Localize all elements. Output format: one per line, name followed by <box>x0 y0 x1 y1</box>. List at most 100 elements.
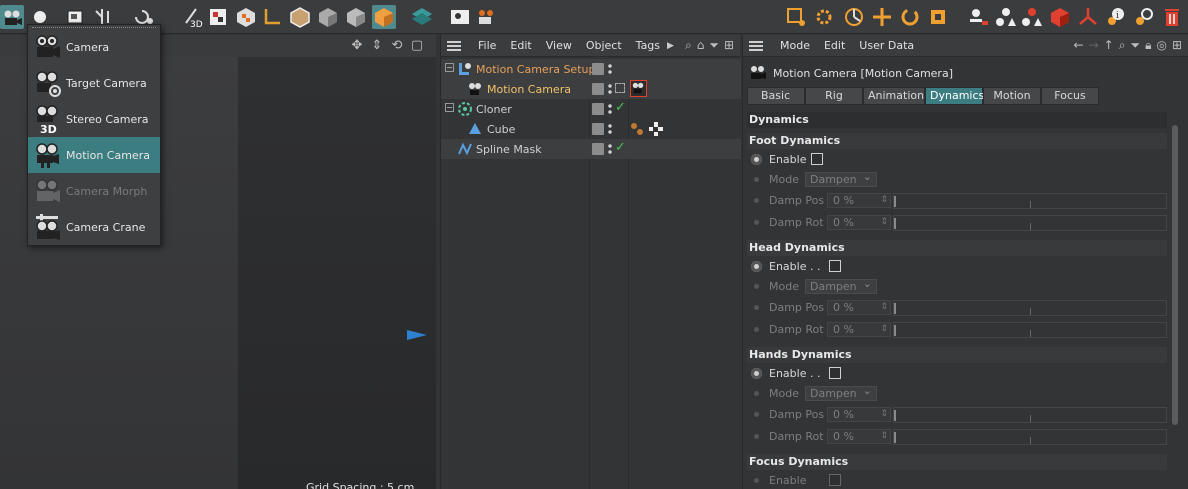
tab-motion[interactable]: Motion <box>983 87 1041 105</box>
hands-mode-select[interactable]: Dampen <box>805 384 877 401</box>
gear-orange-icon[interactable] <box>812 5 836 29</box>
foot-damp-rot-field[interactable]: 0 % <box>827 215 891 230</box>
menu-file[interactable]: File <box>471 39 503 52</box>
cube-orange-icon[interactable] <box>372 5 396 29</box>
shapes-icon[interactable] <box>994 5 1018 29</box>
menu-item-stereo-camera[interactable]: 3D Stereo Camera <box>28 101 160 137</box>
move-orange-icon[interactable] <box>870 5 894 29</box>
back-arrow-icon[interactable]: ← <box>1074 38 1084 53</box>
texture-icon[interactable] <box>206 5 230 29</box>
more-arrow-icon[interactable]: ▶ <box>667 41 674 51</box>
cube-grey-icon[interactable] <box>344 5 368 29</box>
tab-basic[interactable]: Basic <box>747 87 805 105</box>
cube-solid-icon[interactable] <box>316 5 340 29</box>
grid-icon[interactable] <box>410 5 434 29</box>
hands-damp-pos-field[interactable]: 0 % <box>827 407 891 422</box>
trash-icon[interactable] <box>1160 5 1184 29</box>
visibility-toggle[interactable] <box>592 143 604 155</box>
tab-animation[interactable]: Animation <box>863 87 925 105</box>
head-enable-checkbox[interactable] <box>829 260 841 272</box>
animate-radio[interactable] <box>754 327 759 332</box>
animate-radio[interactable] <box>754 434 759 439</box>
object-name[interactable]: Cube <box>487 123 515 136</box>
tab-focus[interactable]: Focus <box>1041 87 1099 105</box>
info-icon[interactable]: i <box>1104 5 1128 29</box>
target-icon[interactable]: ◎ <box>1156 38 1166 53</box>
camera-icon[interactable] <box>0 5 24 29</box>
object-row-cube[interactable]: Cube <box>441 119 741 139</box>
object-row-spline-mask[interactable]: Spline Mask ✓ <box>441 139 741 159</box>
search-icon[interactable]: ⌕ <box>1119 38 1126 53</box>
square-select-icon[interactable] <box>784 5 808 29</box>
menu-item-target-camera[interactable]: Target Camera <box>28 65 160 101</box>
maximize-icon[interactable]: ▢ <box>410 39 424 53</box>
refresh-orange-icon[interactable] <box>898 5 922 29</box>
head-damp-rot-slider[interactable] <box>893 322 1167 338</box>
animate-radio[interactable] <box>754 412 759 417</box>
object-row-motion-camera[interactable]: Motion Camera <box>441 79 741 99</box>
enabled-check-icon[interactable]: ✓ <box>615 100 626 115</box>
foot-damp-pos-field[interactable]: 0 % <box>827 193 891 208</box>
render-dots[interactable] <box>608 103 612 115</box>
foot-damp-rot-slider[interactable] <box>893 215 1167 231</box>
render-dots[interactable] <box>608 63 612 75</box>
animate-radio[interactable] <box>751 368 762 379</box>
tab-rig[interactable]: Rig <box>805 87 863 105</box>
foot-damp-pos-slider[interactable] <box>893 193 1167 209</box>
menu-item-camera-morph[interactable]: Camera Morph <box>28 173 160 209</box>
object-name[interactable]: Motion Camera Setup <box>476 63 595 76</box>
object-row-cloner[interactable]: − Cloner ✓ <box>441 99 741 119</box>
menu-view[interactable]: View <box>539 39 579 52</box>
visibility-toggle[interactable] <box>592 63 604 75</box>
up-arrow-icon[interactable]: ↑ <box>1104 38 1114 53</box>
foot-enable-checkbox[interactable] <box>811 153 823 165</box>
shapes-red-icon[interactable] <box>1020 5 1044 29</box>
forward-arrow-icon[interactable]: → <box>1089 38 1099 53</box>
object-name[interactable]: Cloner <box>476 103 512 116</box>
render-dots[interactable] <box>608 83 612 95</box>
search-icon[interactable]: ⌕ <box>685 38 692 53</box>
focus-enable-checkbox[interactable] <box>829 474 841 486</box>
filter-icon[interactable]: ⏷ <box>709 38 719 53</box>
animate-radio[interactable] <box>754 198 759 203</box>
filter-icon[interactable]: ⏷ <box>1130 38 1140 53</box>
animate-radio[interactable] <box>751 261 762 272</box>
link-icon[interactable] <box>1132 5 1156 29</box>
animate-radio[interactable] <box>754 220 759 225</box>
target-tag-icon[interactable] <box>615 83 625 93</box>
menu-item-motion-camera[interactable]: Motion Camera <box>28 137 160 173</box>
menu-item-camera-crane[interactable]: Camera Crane <box>28 209 160 245</box>
box-icon[interactable] <box>288 5 312 29</box>
render-settings-icon[interactable] <box>474 5 498 29</box>
group-head-dynamics[interactable]: Head Dynamics <box>747 240 1167 256</box>
animate-radio[interactable] <box>754 284 759 289</box>
render-dots[interactable] <box>608 143 612 155</box>
animate-radio[interactable] <box>754 177 759 182</box>
group-hands-dynamics[interactable]: Hands Dynamics <box>747 347 1167 363</box>
attribute-scrollbar[interactable] <box>1172 125 1178 425</box>
group-foot-dynamics[interactable]: Foot Dynamics <box>747 133 1167 149</box>
menu-object[interactable]: Object <box>579 39 629 52</box>
new-window-icon[interactable]: ⊞ <box>1172 38 1182 53</box>
object-name[interactable]: Motion Camera <box>487 83 571 96</box>
menu-item-camera[interactable]: Camera <box>28 29 160 65</box>
animate-radio[interactable] <box>754 305 759 310</box>
orbit-icon[interactable]: ⟲ <box>390 39 404 53</box>
visibility-toggle[interactable] <box>592 83 604 95</box>
group-focus-dynamics[interactable]: Focus Dynamics <box>747 454 1167 470</box>
fork-red-icon[interactable] <box>1076 5 1100 29</box>
menu-edit[interactable]: Edit <box>817 39 852 52</box>
hands-damp-rot-field[interactable]: 0 % <box>827 429 891 444</box>
animate-radio[interactable] <box>754 391 759 396</box>
menu-tags[interactable]: Tags <box>629 39 667 52</box>
tree-expand-icon[interactable]: − <box>445 103 454 112</box>
hands-enable-checkbox[interactable] <box>829 367 841 379</box>
foot-mode-select[interactable]: Dampen <box>805 170 877 187</box>
menu-hamburger-icon[interactable] <box>749 40 763 51</box>
head-damp-rot-field[interactable]: 0 % <box>827 322 891 337</box>
material-tag-icon[interactable] <box>630 122 644 136</box>
motion-camera-tag-icon[interactable] <box>630 80 647 97</box>
animate-radio[interactable] <box>751 154 762 165</box>
user-icon[interactable] <box>966 5 990 29</box>
axis-icon[interactable] <box>260 5 284 29</box>
